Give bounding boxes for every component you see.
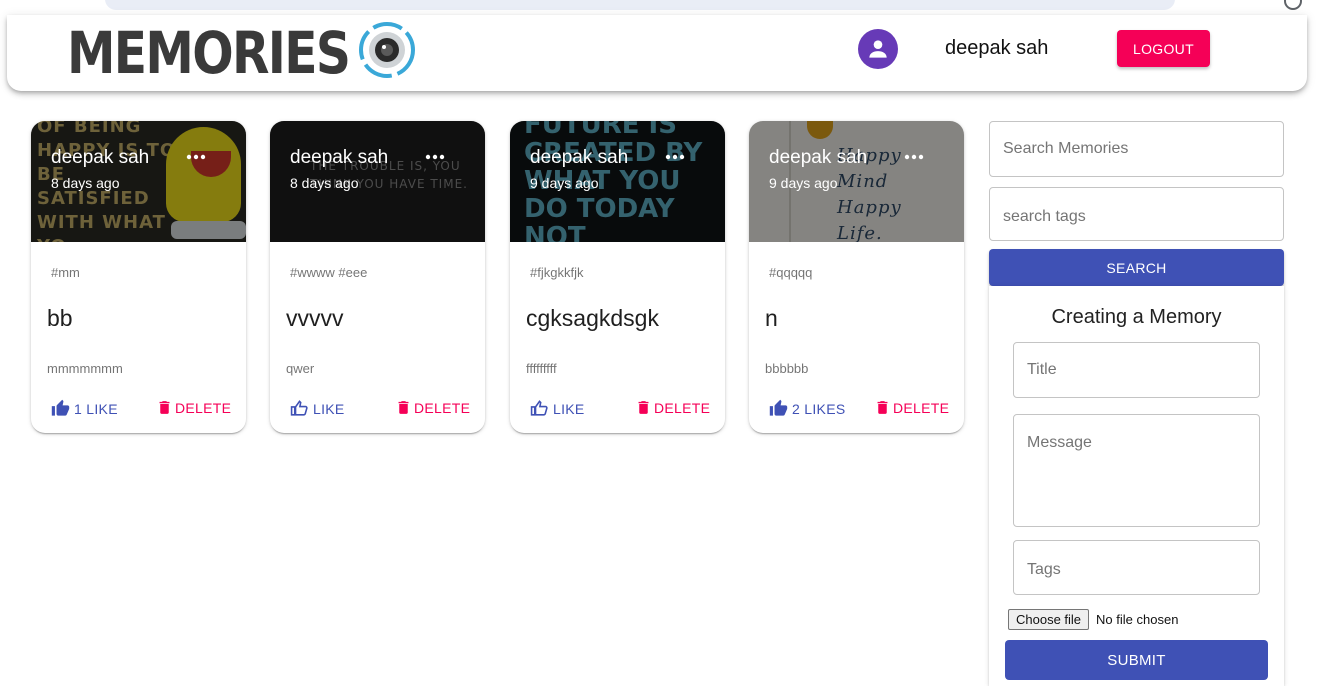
post-card: OF BEING HAPPY IS TO BE SATISFIED WITH W… bbox=[31, 121, 246, 433]
browser-chrome-strip bbox=[0, 0, 1322, 14]
post-time: 9 days ago bbox=[530, 175, 599, 191]
address-bar[interactable] bbox=[105, 0, 1175, 10]
file-picker: Choose file No file chosen bbox=[1008, 609, 1178, 630]
post-title: cgksagkdsgk bbox=[526, 305, 659, 331]
post-tags: #qqqqq bbox=[769, 265, 813, 280]
delete-button[interactable]: DELETE bbox=[874, 399, 949, 416]
delete-label: DELETE bbox=[893, 399, 950, 416]
post-message: qwer bbox=[286, 361, 315, 376]
post-time: 9 days ago bbox=[769, 175, 838, 191]
app-bar: MEMORIES deepak sah LOGOUT bbox=[7, 15, 1307, 91]
like-button[interactable]: LIKE bbox=[530, 399, 585, 418]
like-button[interactable]: 2 LIKES bbox=[769, 399, 845, 418]
post-image: FUTURE IS CREATED BY WHAT YOU DO TODAY N… bbox=[510, 121, 725, 242]
post-message: bbbbbb bbox=[765, 361, 809, 376]
delete-label: DELETE bbox=[175, 399, 232, 416]
trash-icon bbox=[638, 401, 649, 414]
delete-button[interactable]: DELETE bbox=[156, 399, 231, 416]
search-memories-placeholder: Search Memories bbox=[1003, 140, 1129, 157]
post-tags: #wwww #eee bbox=[290, 265, 368, 280]
create-memory-form: Creating a Memory Title Message Tags Cho… bbox=[989, 286, 1284, 686]
person-icon bbox=[869, 40, 887, 58]
trash-icon bbox=[398, 401, 409, 414]
thumb-up-outline-icon bbox=[530, 400, 548, 416]
post-card: Happy Mind Happy Life. deepak sah 9 days… bbox=[749, 121, 964, 433]
user-avatar[interactable] bbox=[858, 29, 898, 69]
search-tags-placeholder: search tags bbox=[1003, 208, 1086, 225]
submit-button[interactable]: SUBMIT bbox=[1005, 640, 1268, 680]
profile-icon[interactable] bbox=[1284, 0, 1302, 10]
post-author: deepak sah bbox=[290, 147, 389, 168]
post-image: OF BEING HAPPY IS TO BE SATISFIED WITH W… bbox=[31, 121, 246, 242]
message-field[interactable]: Message bbox=[1013, 414, 1260, 527]
like-count: 2 LIKES bbox=[792, 400, 846, 417]
post-time: 8 days ago bbox=[290, 175, 359, 191]
post-tags: #fjkgkkfjk bbox=[530, 265, 584, 280]
trash-icon bbox=[877, 401, 888, 414]
brand-title[interactable]: MEMORIES bbox=[67, 20, 351, 86]
username: deepak sah bbox=[945, 37, 1049, 59]
title-placeholder: Title bbox=[1027, 361, 1057, 378]
delete-label: DELETE bbox=[414, 399, 471, 416]
post-title: n bbox=[765, 305, 778, 331]
post-title: bb bbox=[47, 305, 73, 331]
trash-icon bbox=[159, 401, 170, 414]
logout-button[interactable]: LOGOUT bbox=[1117, 30, 1210, 67]
post-author: deepak sah bbox=[530, 147, 629, 168]
post-message: mmmmmmm bbox=[47, 361, 123, 376]
form-heading: Creating a Memory bbox=[1051, 306, 1222, 328]
search-memories-input[interactable]: Search Memories bbox=[989, 121, 1284, 177]
more-horiz-icon[interactable] bbox=[904, 149, 924, 165]
post-image: Happy Mind Happy Life. deepak sah 9 days… bbox=[749, 121, 964, 242]
delete-button[interactable]: DELETE bbox=[635, 399, 710, 416]
post-tags: #mm bbox=[51, 265, 80, 280]
thumb-up-outline-icon bbox=[290, 400, 308, 416]
post-message: fffffffff bbox=[526, 361, 557, 376]
delete-label: DELETE bbox=[654, 399, 711, 416]
message-placeholder: Message bbox=[1027, 434, 1092, 451]
like-button[interactable]: LIKE bbox=[290, 399, 345, 418]
post-time: 8 days ago bbox=[51, 175, 120, 191]
camera-lens-icon[interactable] bbox=[358, 21, 416, 79]
file-status: No file chosen bbox=[1096, 612, 1179, 627]
more-horiz-icon[interactable] bbox=[186, 149, 206, 165]
like-count: LIKE bbox=[313, 400, 345, 417]
more-horiz-icon[interactable] bbox=[665, 149, 685, 165]
like-count: LIKE bbox=[553, 400, 585, 417]
post-card: THE TROUBLE IS, YOU THINK YOU HAVE TIME.… bbox=[270, 121, 485, 433]
like-button[interactable]: 1 LIKE bbox=[51, 399, 118, 418]
choose-file-button[interactable]: Choose file bbox=[1008, 609, 1090, 630]
thumb-up-icon bbox=[51, 399, 70, 416]
delete-button[interactable]: DELETE bbox=[395, 399, 470, 416]
more-horiz-icon[interactable] bbox=[425, 149, 445, 165]
post-author: deepak sah bbox=[769, 147, 868, 168]
like-count: 1 LIKE bbox=[74, 400, 118, 417]
tags-placeholder: Tags bbox=[1027, 561, 1061, 578]
post-author: deepak sah bbox=[51, 147, 150, 168]
post-title: vvvvv bbox=[286, 305, 344, 331]
search-tags-input[interactable]: search tags bbox=[989, 187, 1284, 241]
post-image: THE TROUBLE IS, YOU THINK YOU HAVE TIME.… bbox=[270, 121, 485, 242]
post-card: FUTURE IS CREATED BY WHAT YOU DO TODAY N… bbox=[510, 121, 725, 433]
tags-field[interactable]: Tags bbox=[1013, 540, 1260, 595]
search-button[interactable]: SEARCH bbox=[989, 249, 1284, 286]
title-field[interactable]: Title bbox=[1013, 342, 1260, 398]
thumb-up-icon bbox=[769, 399, 788, 416]
